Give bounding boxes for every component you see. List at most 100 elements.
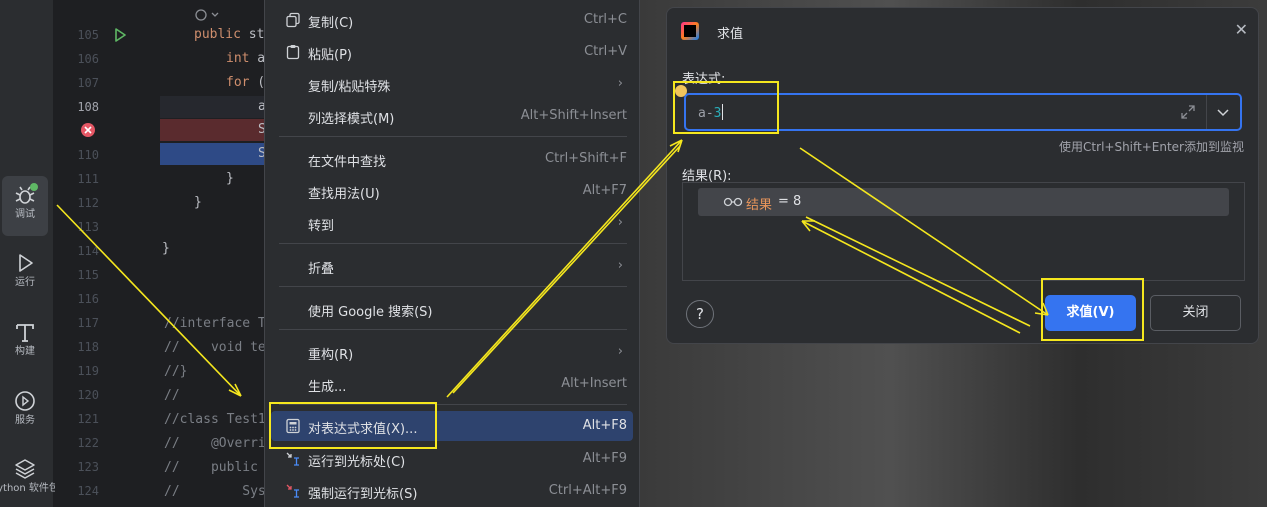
help-button[interactable]: ? (686, 300, 714, 328)
menu-item-label: 复制/粘贴特殊 (308, 80, 391, 95)
code-line-112: } (194, 195, 202, 210)
line-number: 107 (77, 76, 99, 90)
line-number: 118 (77, 340, 99, 354)
code-line-117: //interface T (164, 316, 266, 331)
close-button[interactable]: 关闭 (1150, 295, 1241, 331)
code-line-118: // void te (164, 340, 266, 355)
paste-icon (286, 45, 300, 60)
menu-item-label: 使用 Google 搜索(S) (308, 305, 433, 320)
tool-label: 服务 (15, 415, 35, 426)
menu-item-label: 复制(C) (308, 16, 354, 31)
debug-tool-button[interactable]: 调试 (2, 176, 48, 236)
menu-item-force-run-to-cursor[interactable]: 强制运行到光标(S) Ctrl+Alt+F9 (271, 476, 633, 506)
submenu-arrow-icon: › (617, 344, 623, 359)
menu-item-label: 在文件中查找 (308, 155, 387, 170)
code-line-111: } (226, 171, 234, 186)
menu-item-find-in-files[interactable]: 在文件中查找 Ctrl+Shift+F (271, 144, 633, 174)
line-number: 113 (77, 220, 99, 234)
menu-item-label: 生成... (308, 380, 347, 395)
submenu-arrow-icon: › (617, 215, 623, 230)
code-line-122: // @Overri (164, 436, 266, 451)
run-gutter-icon[interactable] (113, 28, 127, 42)
submenu-arrow-icon: › (617, 76, 623, 91)
menu-item-label: 查找用法(U) (308, 187, 380, 202)
force-run-to-cursor-icon (286, 484, 299, 498)
menu-item-shortcut: Alt+F7 (582, 183, 627, 198)
menu-item-shortcut: Alt+F9 (582, 451, 627, 466)
menu-item-label: 粘贴(P) (308, 48, 352, 63)
code-text: st (240, 27, 265, 42)
chevron-down-icon[interactable] (1215, 104, 1231, 120)
result-tree[interactable]: 结果 = 8 (682, 182, 1245, 281)
intellij-logo-icon (681, 22, 699, 40)
line-number: 124 (77, 484, 99, 498)
menu-item-label: 转到 (308, 219, 335, 234)
add-to-watches-hint: 使用Ctrl+Shift+Enter添加到监视 (1059, 140, 1244, 154)
line-number: 105 (77, 28, 99, 42)
menu-item-folding[interactable]: 折叠 › (271, 251, 633, 281)
line-number: 106 (77, 52, 99, 66)
menu-item-goto[interactable]: 转到 › (271, 208, 633, 238)
build-tool-button[interactable]: 构建 (2, 313, 48, 373)
code-line-121: //class Test1 (164, 412, 266, 427)
menu-item-shortcut: Alt+Insert (561, 376, 627, 391)
services-tool-button[interactable]: 服务 (2, 382, 48, 442)
tool-label: 运行 (15, 277, 35, 288)
code-line-105: public st (194, 27, 264, 42)
ai-assist-icon[interactable] (194, 8, 220, 22)
python-packages-icon (15, 459, 35, 479)
menu-item-label: 列选择模式(M) (308, 112, 395, 127)
tool-window-strip: 调试 运行 构建 服务 Python 软件包 (0, 0, 59, 507)
menu-item-shortcut: Ctrl+Shift+F (545, 151, 627, 166)
code-text: a (249, 51, 266, 66)
run-tool-button[interactable]: 运行 (2, 244, 48, 304)
code-line-106: int a (226, 51, 265, 66)
line-number: 119 (77, 364, 99, 378)
menu-item-generate[interactable]: 生成... Alt+Insert (271, 369, 633, 399)
python-packages-tool-button[interactable]: Python 软件包 (0, 450, 59, 507)
menu-item-label: 重构(R) (308, 348, 354, 363)
build-icon (16, 324, 34, 342)
result-name: 结果 (746, 198, 773, 213)
run-to-cursor-icon (286, 452, 299, 466)
line-number: 120 (77, 388, 99, 402)
close-icon[interactable]: ✕ (1235, 20, 1248, 39)
code-line-119: //} (164, 364, 188, 379)
menu-item-shortcut: Alt+F8 (582, 418, 627, 433)
menu-item-label: 折叠 (308, 262, 335, 277)
code-line-123: // public (164, 460, 266, 475)
code-keyword: for (226, 75, 250, 90)
menu-item-find-usages[interactable]: 查找用法(U) Alt+F7 (271, 176, 633, 206)
menu-item-refactor[interactable]: 重构(R) › (271, 337, 633, 367)
result-row[interactable]: 结果 = 8 (698, 188, 1229, 216)
menu-separator (279, 136, 627, 137)
expand-icon[interactable] (1180, 104, 1196, 120)
menu-separator (279, 329, 627, 330)
code-line-114: } (162, 241, 170, 256)
line-number: 117 (77, 316, 99, 330)
result-equals: = (778, 194, 789, 209)
menu-item-column-selection[interactable]: 列选择模式(M) Alt+Shift+Insert (271, 101, 633, 131)
glasses-icon (723, 197, 743, 207)
annotation-highlight-evaluate-button (1041, 278, 1144, 341)
menu-separator (279, 243, 627, 244)
line-number: 114 (77, 244, 99, 258)
menu-item-paste[interactable]: 粘贴(P) Ctrl+V (271, 37, 633, 67)
field-divider (1206, 95, 1207, 129)
line-number: 115 (77, 268, 99, 282)
line-number: 112 (77, 196, 99, 210)
copy-icon (286, 12, 300, 28)
menu-separator (279, 286, 627, 287)
menu-item-google-search[interactable]: 使用 Google 搜索(S) (271, 294, 633, 324)
submenu-arrow-icon: › (617, 258, 623, 273)
breakpoint-icon[interactable] (80, 122, 96, 138)
line-number: 116 (77, 292, 99, 306)
line-number: 108 (77, 100, 99, 114)
menu-item-copy-paste-special[interactable]: 复制/粘贴特殊 › (271, 69, 633, 99)
code-line-107: for ( (226, 75, 265, 90)
code-keyword: public (194, 27, 241, 42)
dialog-title: 求值 (717, 27, 744, 42)
menu-item-copy[interactable]: 复制(C) Ctrl+C (271, 5, 633, 35)
menu-item-label: 运行到光标处(C) (308, 455, 406, 470)
tool-label: 调试 (15, 209, 35, 220)
